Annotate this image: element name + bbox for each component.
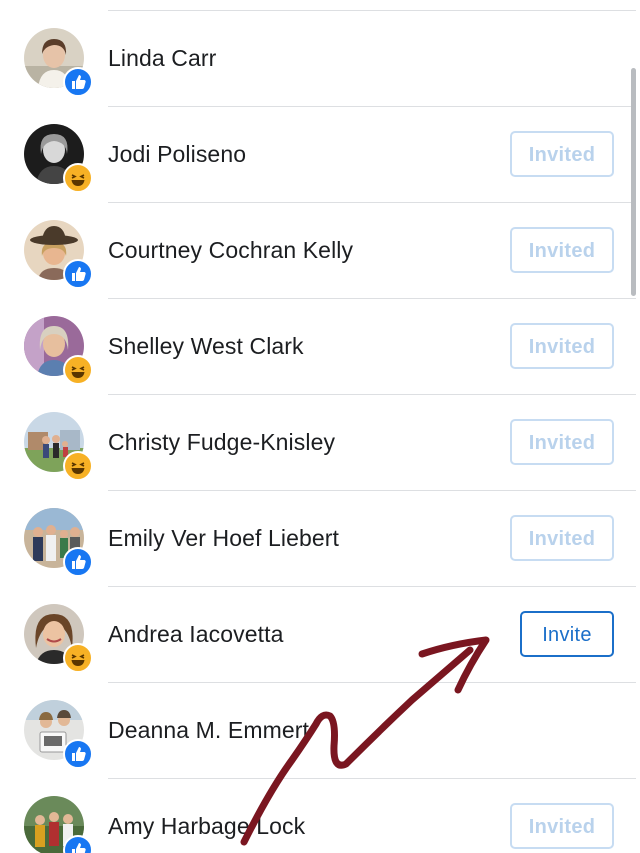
- friend-name[interactable]: Jodi Poliseno: [108, 140, 246, 168]
- friend-row: Deanna M. Emmert: [0, 682, 620, 778]
- friend-name[interactable]: Christy Fudge-Knisley: [108, 428, 335, 456]
- friend-row: Amy Harbage Lock Invited: [0, 778, 620, 853]
- invite-button[interactable]: Invite: [520, 611, 614, 657]
- friend-name[interactable]: Deanna M. Emmert: [108, 716, 309, 744]
- friend-row: Shelley West Clark Invited: [0, 298, 620, 394]
- thumbs-up-icon: [63, 259, 93, 289]
- invited-button[interactable]: Invited: [510, 227, 614, 273]
- laughing-face-icon: [63, 643, 93, 673]
- friend-name[interactable]: Amy Harbage Lock: [108, 812, 305, 840]
- friend-name[interactable]: Emily Ver Hoef Liebert: [108, 524, 339, 552]
- invited-button[interactable]: Invited: [510, 323, 614, 369]
- thumbs-up-icon: [63, 835, 93, 853]
- invited-button[interactable]: Invited: [510, 515, 614, 561]
- friend-name[interactable]: Linda Carr: [108, 44, 216, 72]
- friend-name[interactable]: Andrea Iacovetta: [108, 620, 284, 648]
- invite-friends-screen: Linda Carr Jodi Poliseno Invited Courtne…: [0, 0, 640, 853]
- friend-row: Courtney Cochran Kelly Invited: [0, 202, 620, 298]
- thumbs-up-icon: [63, 739, 93, 769]
- laughing-face-icon: [63, 355, 93, 385]
- invited-button[interactable]: Invited: [510, 419, 614, 465]
- friend-row: Andrea Iacovetta Invite: [0, 586, 620, 682]
- friend-row: Jodi Poliseno Invited: [0, 106, 620, 202]
- scrollbar[interactable]: [631, 68, 636, 296]
- friend-row: Emily Ver Hoef Liebert Invited: [0, 490, 620, 586]
- friend-name[interactable]: Courtney Cochran Kelly: [108, 236, 353, 264]
- invited-button[interactable]: Invited: [510, 131, 614, 177]
- friend-name[interactable]: Shelley West Clark: [108, 332, 304, 360]
- laughing-face-icon: [63, 163, 93, 193]
- thumbs-up-icon: [63, 547, 93, 577]
- friend-row: Christy Fudge-Knisley Invited: [0, 394, 620, 490]
- friend-row: Linda Carr: [0, 10, 620, 106]
- thumbs-up-icon: [63, 67, 93, 97]
- invited-button[interactable]: Invited: [510, 803, 614, 849]
- laughing-face-icon: [63, 451, 93, 481]
